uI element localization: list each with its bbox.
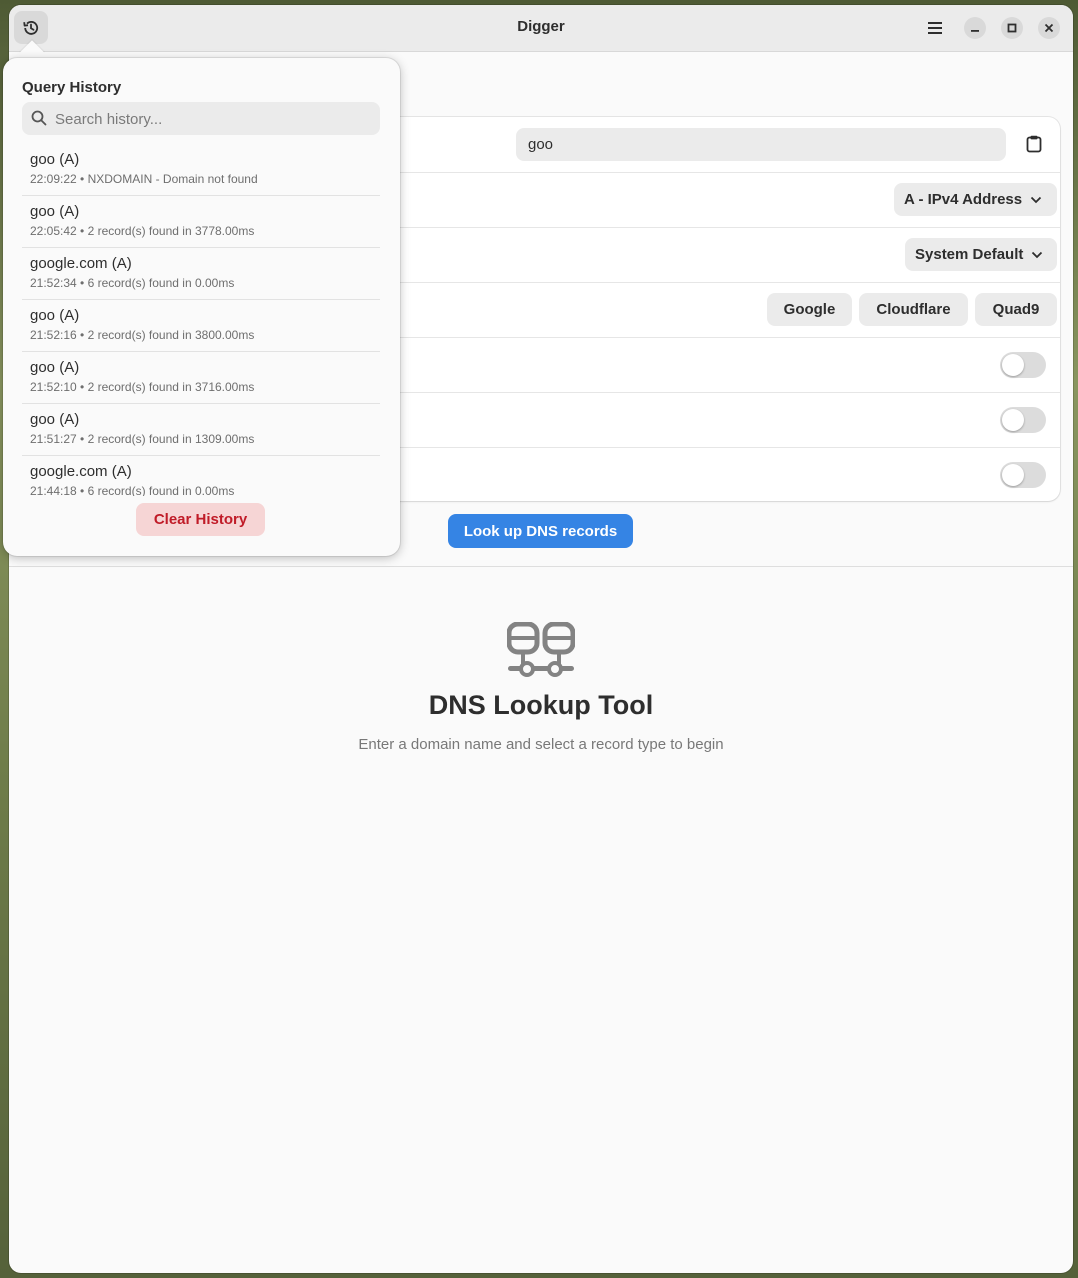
domain-row [359,117,1060,173]
minimize-button[interactable] [964,17,986,39]
quad9-server-button[interactable]: Quad9 [975,293,1057,326]
lookup-button[interactable]: Look up DNS records [448,514,633,548]
header-bar: Digger [9,5,1073,52]
switch-knob [1002,354,1024,376]
history-item[interactable]: google.com (A) 21:52:34 • 6 record(s) fo… [22,248,380,300]
dns-server-dropdown[interactable]: System Default [905,238,1057,271]
clear-history-button[interactable]: Clear History [136,503,265,536]
record-type-dropdown[interactable]: A - IPv4 Address [894,183,1057,216]
network-server-icon [507,622,575,677]
record-type-value: A - IPv4 Address [904,191,1023,208]
history-item-detail: 22:09:22 • NXDOMAIN - Domain not found [30,172,258,186]
hamburger-icon [928,22,942,34]
history-item-detail: 21:44:18 • 6 record(s) found in 0.00ms [30,484,235,496]
history-item-query: goo (A) [30,307,80,324]
toggle-row-2 [359,392,1060,448]
option-switch-1[interactable] [1000,352,1046,378]
history-item-detail: 21:52:10 • 2 record(s) found in 3716.00m… [30,380,255,394]
history-item-query: goo (A) [30,151,80,168]
maximize-icon [1007,23,1017,33]
dns-server-value: System Default [915,246,1024,263]
history-popover: Query History goo (A) 22:09:22 • NXDOMAI… [3,58,400,556]
search-icon [31,110,47,126]
close-icon [1044,23,1054,33]
cloudflare-server-button[interactable]: Cloudflare [859,293,968,326]
history-item[interactable]: google.com (A) 21:44:18 • 6 record(s) fo… [22,456,380,496]
option-switch-2[interactable] [1000,407,1046,433]
query-form-card: A - IPv4 Address System Default Google C… [359,117,1060,501]
history-item[interactable]: goo (A) 21:52:10 • 2 record(s) found in … [22,352,380,404]
option-switch-3[interactable] [1000,462,1046,488]
dns-server-row: System Default [359,227,1060,283]
history-item[interactable]: goo (A) 22:09:22 • NXDOMAIN - Domain not… [22,144,380,196]
window-title: Digger [517,18,565,35]
maximize-button[interactable] [1001,17,1023,39]
switch-knob [1002,409,1024,431]
chevron-down-icon [1032,251,1043,258]
close-button[interactable] [1038,17,1060,39]
toggle-row-3 [359,447,1060,502]
history-item[interactable]: goo (A) 21:51:27 • 2 record(s) found in … [22,404,380,456]
google-server-button[interactable]: Google [767,293,852,326]
history-item-query: goo (A) [30,359,80,376]
minimize-icon [971,30,979,32]
history-item-query: google.com (A) [30,255,132,272]
history-search[interactable] [22,102,380,137]
quick-servers-row: Google Cloudflare Quad9 [359,282,1060,338]
main-menu-button[interactable] [920,13,950,43]
domain-input[interactable] [516,128,1006,161]
switch-knob [1002,464,1024,486]
history-item-query: google.com (A) [30,463,132,480]
history-item[interactable]: goo (A) 21:52:16 • 2 record(s) found in … [22,300,380,352]
toggle-row-1 [359,337,1060,393]
clipboard-icon [1026,135,1042,153]
status-title: DNS Lookup Tool [428,690,654,720]
history-item-detail: 22:05:42 • 2 record(s) found in 3778.00m… [30,224,255,238]
content-divider [9,566,1073,567]
chevron-down-icon [1030,196,1042,203]
status-description: Enter a domain name and select a record … [358,736,724,753]
history-search-input[interactable] [53,102,377,137]
history-item-detail: 21:52:34 • 6 record(s) found in 0.00ms [30,276,235,290]
history-item-detail: 21:51:27 • 2 record(s) found in 1309.00m… [30,432,255,446]
history-item-query: goo (A) [30,203,80,220]
history-item-detail: 21:52:16 • 2 record(s) found in 3800.00m… [30,328,255,342]
history-item[interactable]: goo (A) 22:05:42 • 2 record(s) found in … [22,196,380,248]
history-title: Query History [22,79,122,96]
record-type-row: A - IPv4 Address [359,172,1060,228]
history-list: goo (A) 22:09:22 • NXDOMAIN - Domain not… [22,144,380,496]
paste-button[interactable] [1022,131,1046,157]
history-item-query: goo (A) [30,411,80,428]
